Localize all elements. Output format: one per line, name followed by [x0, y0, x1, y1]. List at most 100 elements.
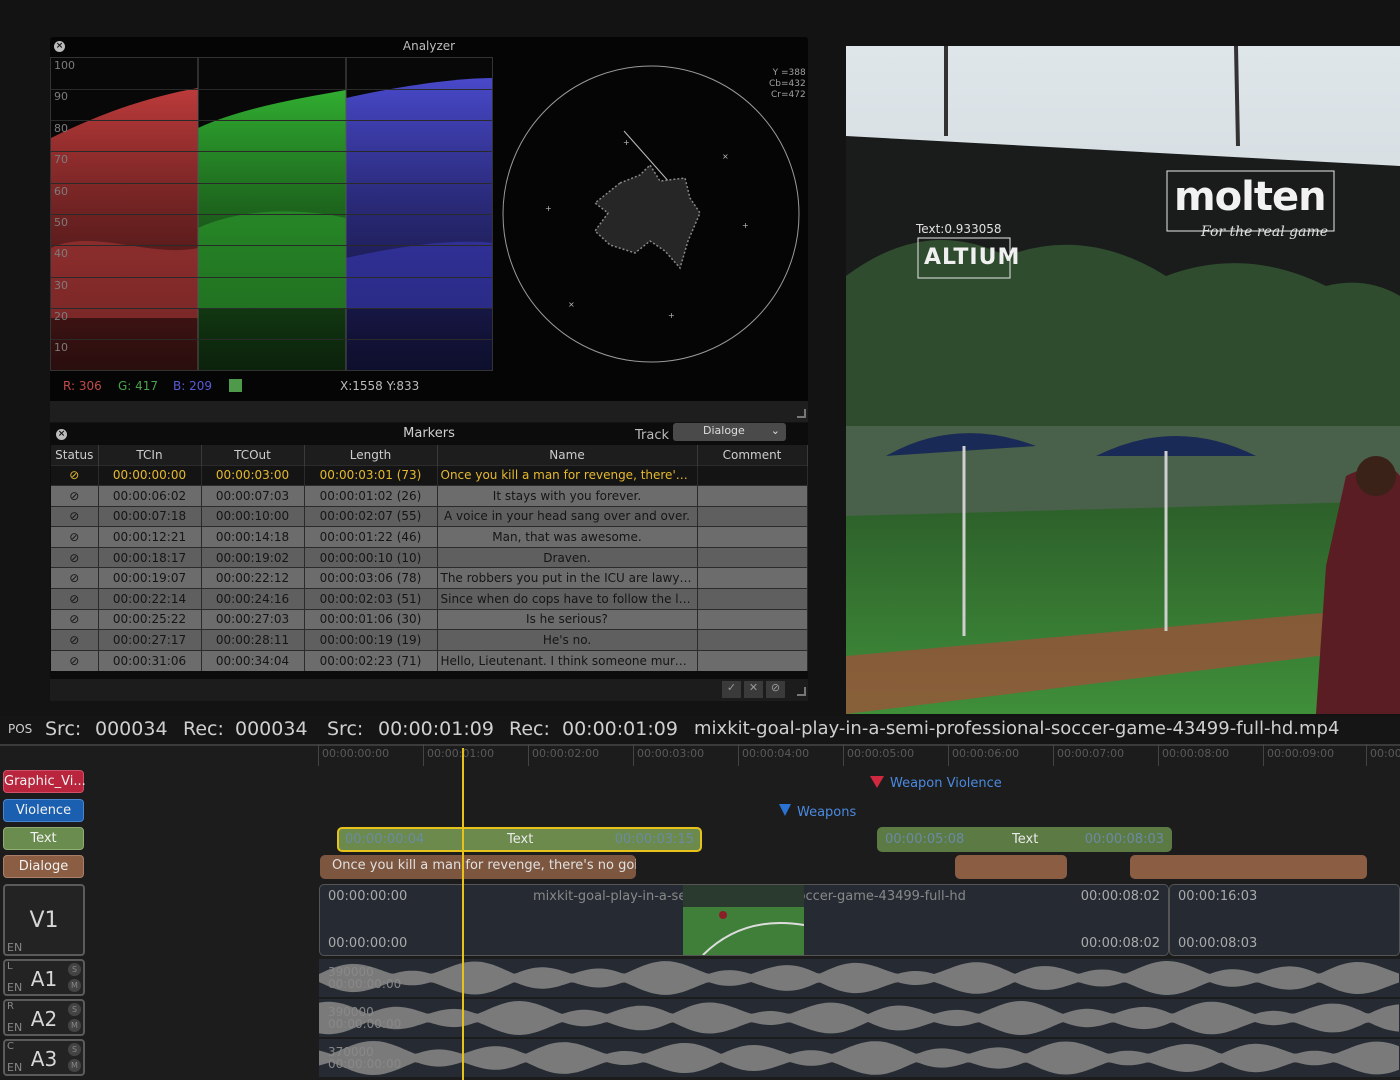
marker-pin-icon[interactable]: [870, 776, 884, 788]
tc-in: 00:00:19:07: [98, 567, 202, 589]
vectorscope: + × + + × +: [502, 65, 800, 363]
mute-button[interactable]: M: [68, 1019, 81, 1032]
clear-status-button[interactable]: ⊘: [766, 681, 785, 698]
src-tc-label: Src:: [327, 718, 364, 740]
track-violence[interactable]: Violence: [3, 799, 84, 822]
status-icon: ⊘: [51, 464, 99, 486]
marker-weapon-violence[interactable]: Weapon Violence: [890, 776, 1002, 791]
table-row[interactable]: ⊘ 00:00:22:14 00:00:24:16 00:00:02:03 (51) S…: [51, 588, 808, 610]
rec-frame-value: 000034: [235, 718, 308, 740]
svg-text:+: +: [623, 138, 630, 147]
text-clip[interactable]: 00:00:00:04 Text 00:00:03:15: [337, 827, 702, 852]
time-ruler[interactable]: 00:00:00:00 00:00:01:00 00:00:02:00 00:0…: [318, 744, 1400, 766]
marker-weapons[interactable]: Weapons: [797, 805, 856, 820]
markers-panel: × Markers Track Dialoge ⌄ Status TCIn TC…: [50, 423, 808, 701]
clip-src-in: 00:00:00:00: [328, 889, 408, 904]
marker-name: Hello, Lieutenant. I think someone murd.…: [437, 649, 698, 671]
solo-button[interactable]: S: [68, 1003, 81, 1016]
track-v1-header[interactable]: V1 EN: [3, 884, 85, 956]
table-row[interactable]: ⊘ 00:00:18:17 00:00:19:02 00:00:00:10 (10) D…: [51, 546, 808, 568]
tc-out: 00:00:07:03: [201, 485, 305, 507]
table-row[interactable]: ⊘ 00:00:06:02 00:00:07:03 00:00:01:02 (26) I…: [51, 485, 808, 507]
col-comment[interactable]: Comment: [697, 445, 808, 465]
table-row[interactable]: ⊘ 00:00:00:00 00:00:03:00 00:00:03:01 (73) O…: [51, 464, 808, 486]
table-row[interactable]: ⊘ 00:00:07:18 00:00:10:00 00:00:02:07 (55) A…: [51, 505, 808, 527]
marker-pin-icon[interactable]: [779, 804, 791, 816]
solo-button[interactable]: S: [68, 963, 81, 976]
audio-clip[interactable]: 390000 00:00:00:00: [319, 959, 1400, 997]
table-row[interactable]: ⊘ 00:00:25:22 00:00:27:03 00:00:01:06 (30) I…: [51, 608, 808, 630]
col-name[interactable]: Name: [437, 445, 698, 465]
dialoge-clip[interactable]: Once you kill a man for revenge, there's…: [320, 855, 636, 879]
video-clip[interactable]: 00:00:00:00 mixkit-goal-play-in-a-semi-p…: [319, 884, 1169, 956]
status-icon: ⊘: [51, 526, 99, 548]
tc-in: 00:00:06:02: [98, 485, 202, 507]
status-icon: ⊘: [51, 485, 99, 507]
mute-button[interactable]: M: [68, 1059, 81, 1072]
molten-sign: molten: [1174, 174, 1327, 220]
clip-thumbnail: [683, 885, 804, 955]
ruler-tick: 00:00:09:00: [1263, 744, 1334, 766]
track-graphic-violence[interactable]: Graphic_Vi...: [3, 770, 86, 793]
analyzer-title: Analyzer: [402, 39, 456, 53]
track-a2-header[interactable]: R EN A2 S M: [3, 999, 85, 1036]
length: 00:00:00:10 (10): [304, 546, 438, 568]
marker-name: Man, that was awesome.: [437, 526, 698, 548]
col-status[interactable]: Status: [51, 445, 99, 465]
clip-rec-in: 00:00:00:00: [328, 936, 408, 951]
length: 00:00:01:06 (30): [304, 608, 438, 630]
col-tcin[interactable]: TCIn: [98, 445, 202, 465]
accept-button[interactable]: ✓: [722, 681, 741, 698]
track-dropdown[interactable]: Dialoge ⌄: [673, 423, 786, 441]
text-clip[interactable]: 00:00:05:08 Text 00:00:08:03: [877, 827, 1172, 852]
clip-label: Text: [1012, 832, 1039, 847]
table-row[interactable]: ⊘ 00:00:31:06 00:00:34:04 00:00:02:23 (71) H…: [51, 649, 808, 671]
resize-handle-icon[interactable]: [797, 687, 806, 696]
video-viewer[interactable]: Text:0.933058 ALTIUM molten For the real…: [846, 46, 1400, 714]
audio-clip[interactable]: 370000 00:00:00:00: [319, 1039, 1400, 1077]
track-v1-lang: EN: [7, 941, 23, 954]
tc-out: 00:00:03:00: [201, 464, 305, 486]
dialoge-clip[interactable]: [1130, 855, 1367, 879]
mute-button[interactable]: M: [68, 979, 81, 992]
ruler-tick: 00:00:02:00: [528, 744, 599, 766]
scale-label: 30: [54, 279, 68, 292]
track-a1-header[interactable]: L EN A1 S M: [3, 959, 85, 996]
comment: [697, 649, 808, 671]
tc-out: 00:00:19:02: [201, 546, 305, 568]
reject-button[interactable]: ✕: [744, 681, 763, 698]
playhead[interactable]: [462, 748, 464, 1080]
svg-text:+: +: [545, 204, 552, 213]
rgb-parade: 100 90 80 70 60 50 40 30 20 10: [50, 57, 493, 371]
tc-in: 00:00:18:17: [98, 546, 202, 568]
marker-name: Is he serious?: [437, 608, 698, 630]
track-text[interactable]: Text: [3, 827, 84, 850]
track-dialoge[interactable]: Dialoge: [3, 855, 84, 878]
col-length[interactable]: Length: [304, 445, 438, 465]
pos-label: POS: [8, 722, 33, 736]
video-clip[interactable]: 00:00:16:03 00:00:08:03: [1169, 884, 1400, 956]
comment: [697, 608, 808, 630]
tc-out: 00:00:24:16: [201, 588, 305, 610]
table-row[interactable]: ⊘ 00:00:27:17 00:00:28:11 00:00:00:19 (19) H…: [51, 629, 808, 651]
timeline[interactable]: 00:00:00:00 00:00:01:00 00:00:02:00 00:0…: [0, 744, 1400, 1080]
audio-clip[interactable]: 390000 00:00:00:00: [319, 999, 1400, 1037]
blue-readout: B: 209: [173, 379, 212, 393]
scale-label: 20: [54, 310, 68, 323]
table-row[interactable]: ⊘ 00:00:19:07 00:00:22:12 00:00:03:06 (78) T…: [51, 567, 808, 589]
dialoge-clip[interactable]: [955, 855, 1067, 879]
length: 00:00:03:01 (73): [304, 464, 438, 486]
marker-name: Since when do cops have to follow the la…: [437, 588, 698, 610]
ruler-tick: 00:00:07:00: [1053, 744, 1124, 766]
solo-button[interactable]: S: [68, 1043, 81, 1056]
comment: [697, 485, 808, 507]
svg-text:×: ×: [722, 152, 729, 161]
clip-filename: mixkit-goal-play-in-a-semi-professional-…: [694, 718, 1340, 739]
col-tcout[interactable]: TCOut: [201, 445, 305, 465]
status-icon: ⊘: [51, 546, 99, 568]
resize-handle-icon[interactable]: [797, 409, 806, 418]
ruler-tick: 00:00:03:00: [633, 744, 704, 766]
track-a3-header[interactable]: C EN A3 S M: [3, 1039, 85, 1076]
ruler-tick: 00:00:04:00: [738, 744, 809, 766]
table-row[interactable]: ⊘ 00:00:12:21 00:00:14:18 00:00:01:22 (46) M…: [51, 526, 808, 548]
